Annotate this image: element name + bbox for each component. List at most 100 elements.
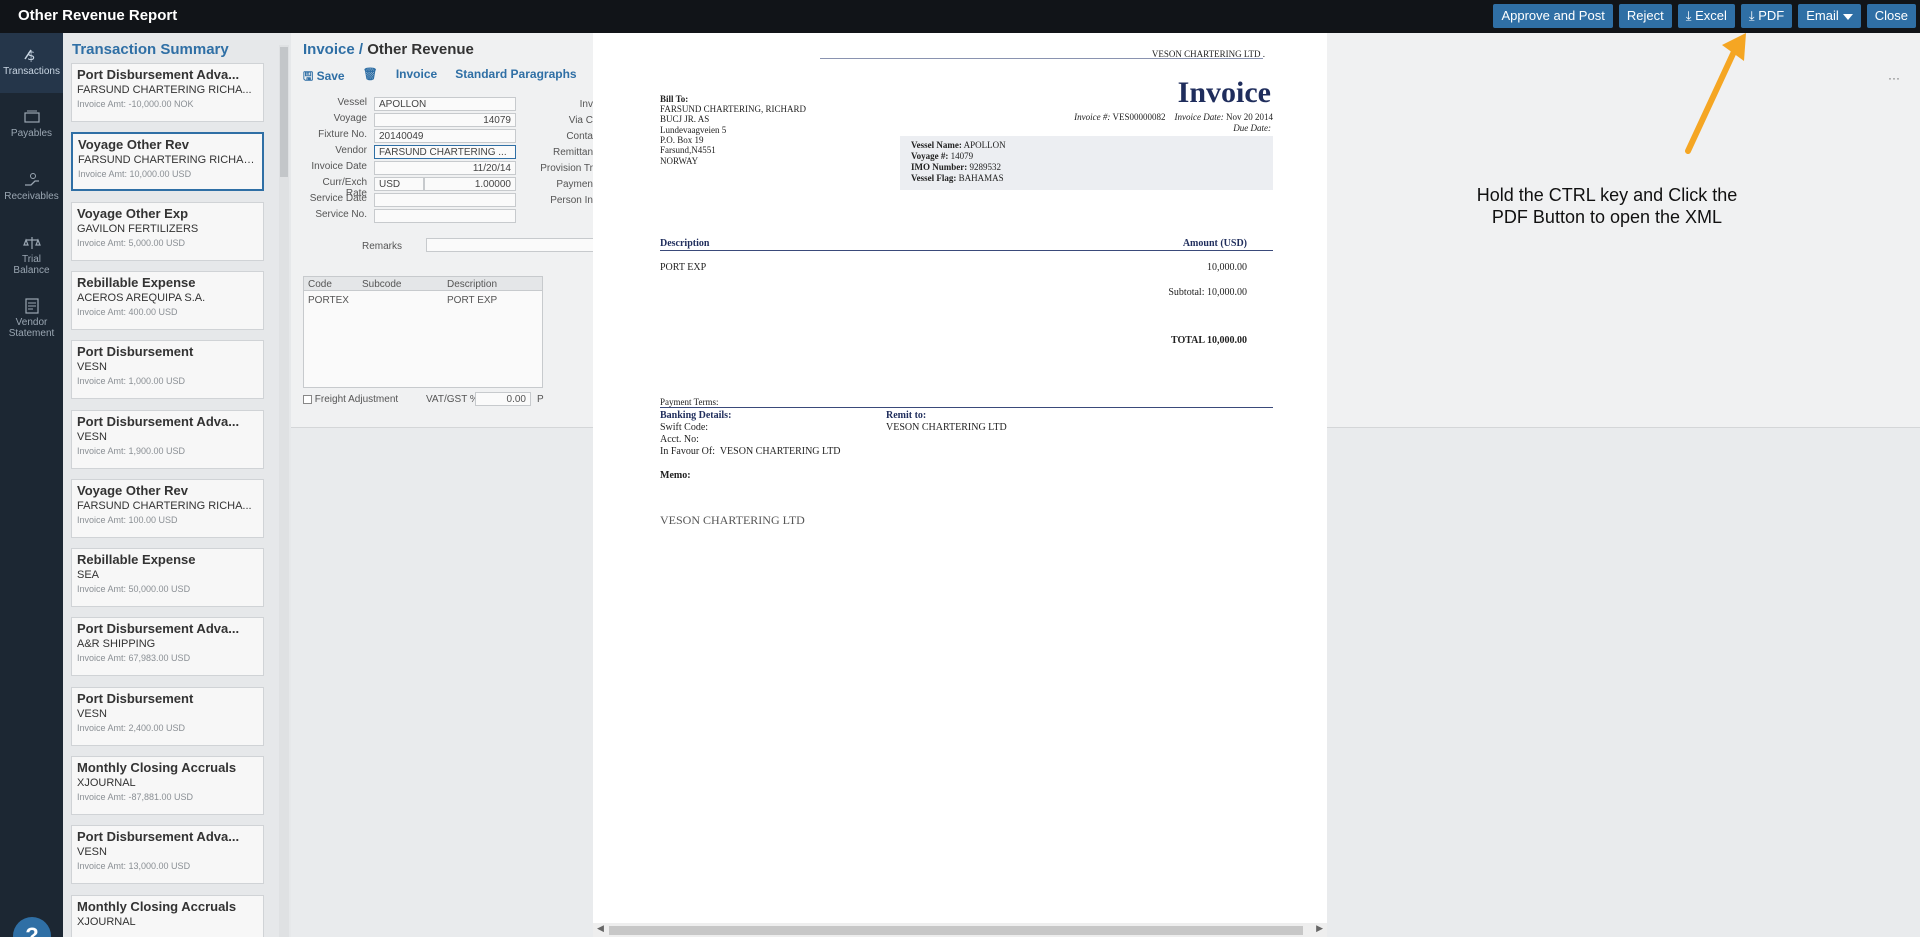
card-subtitle: FARSUND CHARTERING RICHAR... — [78, 154, 257, 167]
vessel-flag-label: Vessel Flag: — [911, 173, 957, 183]
summary-scrollbar[interactable] — [279, 45, 289, 937]
transaction-card[interactable]: Rebillable Expense ACEROS AREQUIPA S.A. In… — [71, 270, 264, 330]
card-subtitle: ACEROS AREQUIPA S.A. — [77, 291, 206, 304]
page-title: Other Revenue Report — [18, 7, 178, 24]
grid-cell-description[interactable]: PORT EXP — [447, 295, 497, 306]
transactions-icon: $ — [23, 49, 35, 63]
grid-header-description: Description — [447, 279, 498, 290]
card-subtitle: GAVILON FERTILIZERS — [77, 222, 199, 235]
transaction-card[interactable]: Voyage Other Exp GAVILON FERTILIZERS Invoi… — [71, 201, 264, 261]
card-title: Port Disbursement Adva... — [77, 621, 240, 637]
card-title: Port Disbursement Adva... — [77, 413, 240, 429]
pdf-heading: Invoice — [1177, 76, 1271, 109]
due-date-label: Due Date: — [1233, 123, 1271, 133]
transaction-card[interactable]: Port Disbursement VESN Invoice Amt: 1,000.… — [71, 340, 264, 400]
card-amount: Invoice Amt: 2,400.00 USD — [77, 722, 186, 733]
field-input[interactable]: 20140049 — [374, 129, 516, 143]
freight-adjustment-checkbox[interactable] — [303, 394, 312, 404]
card-title: Monthly Closing Accruals — [77, 760, 237, 775]
in-favour-value: VESON CHARTERING LTD — [719, 446, 841, 457]
nav-transactions[interactable]: $ Transactions — [0, 33, 63, 93]
field-input[interactable]: 14079 — [374, 113, 516, 127]
scroll-right-icon[interactable]: ▶ — [1316, 924, 1323, 934]
grid-header-code: Code — [308, 279, 332, 290]
nav-label: Vendor Statement — [8, 317, 55, 339]
remarks-label: Remarks — [362, 241, 403, 252]
exch-rate-input[interactable]: 1.00000 — [424, 177, 516, 191]
transaction-card[interactable]: Port Disbursement Adva... VESN Invoice Amt… — [71, 409, 264, 469]
scroll-left-icon[interactable]: ◀ — [597, 924, 604, 934]
transaction-card[interactable]: Voyage Other Rev FARSUND CHARTERING RICHA… — [71, 132, 264, 192]
scrollbar-thumb[interactable] — [280, 47, 288, 177]
transaction-card[interactable]: Voyage Other Rev FARSUND CHARTERING RICHA… — [71, 478, 264, 538]
bill-to-line: Farsund,N4551 — [660, 145, 716, 156]
card-amount: Invoice Amt: 400.00 USD — [77, 306, 178, 317]
approve-and-post-button[interactable]: Approve and Post — [1493, 4, 1613, 28]
nav-vendor-statement[interactable]: Vendor Statement — [0, 298, 63, 353]
total-value: 10,000.00 — [1207, 335, 1247, 346]
field-label: Service Date — [309, 193, 367, 204]
nav-label: Receivables — [4, 191, 59, 202]
bill-to-label: Bill To: — [660, 94, 689, 104]
freight-adjustment[interactable]: Freight Adjustment — [303, 394, 398, 405]
annotation-arrow-icon — [1685, 33, 1746, 154]
card-subtitle: XJOURNAL — [77, 777, 136, 789]
pdf-button[interactable]: ⤓ PDF — [1740, 4, 1793, 28]
nav-payables[interactable]: Payables — [0, 109, 63, 159]
card-subtitle: VESN — [77, 430, 107, 443]
reject-button[interactable]: Reject — [1618, 4, 1672, 28]
field-label: Vendor — [335, 145, 367, 156]
nav-label: Trial Balance — [13, 254, 50, 276]
excel-label: Excel — [1695, 8, 1727, 23]
payment-terms-label: Payment Terms: — [660, 397, 719, 407]
invoice-no: VES00000082 — [1112, 112, 1166, 122]
field-label: Inv — [579, 99, 593, 110]
nav-trial-balance[interactable]: Trial Balance — [0, 235, 63, 290]
card-title: Voyage Other Rev — [77, 482, 189, 498]
help-button[interactable]: ? — [13, 917, 51, 937]
card-title: Port Disbursement Adva... — [77, 829, 240, 845]
field-input[interactable]: FARSUND CHARTERING ... — [374, 145, 516, 159]
card-subtitle: SEA — [77, 569, 100, 582]
close-button[interactable]: Close — [1866, 4, 1916, 28]
nav-receivables[interactable]: Receivables — [0, 172, 63, 222]
field-input[interactable]: 11/20/14 — [374, 161, 516, 175]
breadcrumb-invoice-link[interactable]: Invoice / — [303, 41, 363, 58]
invoice-date: Nov 20 2014 — [1226, 112, 1273, 122]
top-actions: Approve and Post Reject ⤓ Excel ⤓ PDF Em… — [1493, 4, 1916, 28]
line-description: PORT EXP — [660, 262, 707, 273]
field-input[interactable] — [374, 209, 516, 223]
field-input[interactable] — [374, 193, 516, 207]
receivables-icon — [24, 173, 39, 186]
scrollbar-thumb[interactable] — [609, 926, 1303, 935]
invoice-tab[interactable]: Invoice — [396, 67, 437, 88]
standard-paragraphs-tab[interactable]: Standard Paragraphs — [455, 67, 576, 88]
transaction-card[interactable]: Port Disbursement VESN Invoice Amt: 2,400.… — [71, 686, 264, 746]
vessel-name: APOLLON — [963, 140, 1006, 150]
transaction-card[interactable]: Monthly Closing Accruals XJOURNAL — [71, 894, 264, 937]
bill-to-line: Lundevaagveien 5 — [660, 124, 727, 135]
amount-header: Amount (USD) — [1182, 238, 1247, 249]
save-label: Save — [316, 69, 345, 83]
card-amount: Invoice Amt: 13,000.00 USD — [77, 861, 191, 872]
remit-to-label: Remit to: — [886, 410, 927, 421]
transaction-card[interactable]: Port Disbursement Adva... FARSUND CHARTER… — [71, 63, 264, 122]
delete-icon[interactable]: 🗑 — [363, 67, 378, 88]
more-menu-icon[interactable]: ··· — [1888, 71, 1900, 85]
transaction-card[interactable]: Monthly Closing Accruals XJOURNAL Invoice … — [71, 756, 264, 815]
save-button[interactable]: 🖫 Save — [303, 67, 345, 88]
transaction-card[interactable]: Port Disbursement Adva... A&R SHIPPING Inv… — [71, 617, 264, 677]
transaction-card[interactable]: Port Disbursement Adva... VESN Invoice Amt… — [71, 825, 264, 885]
grid-cell-code[interactable]: PORTEX — [308, 295, 349, 306]
excel-button[interactable]: ⤓ Excel — [1677, 4, 1735, 28]
nav-label: Transactions — [3, 66, 60, 77]
vat-input[interactable]: 0.00 — [475, 392, 531, 406]
transaction-card[interactable]: Rebillable Expense SEA Invoice Amt: 50,000… — [71, 548, 264, 608]
breadcrumb-current: Other Revenue — [367, 41, 474, 58]
email-button[interactable]: Email — [1798, 4, 1861, 28]
pdf-horizontal-scrollbar[interactable]: ◀ ▶ — [593, 923, 1327, 937]
description-rule — [660, 250, 1273, 251]
field-input[interactable]: APOLLON — [374, 97, 516, 111]
memo-label: Memo: — [660, 470, 691, 481]
field-input[interactable]: USD — [374, 177, 424, 191]
